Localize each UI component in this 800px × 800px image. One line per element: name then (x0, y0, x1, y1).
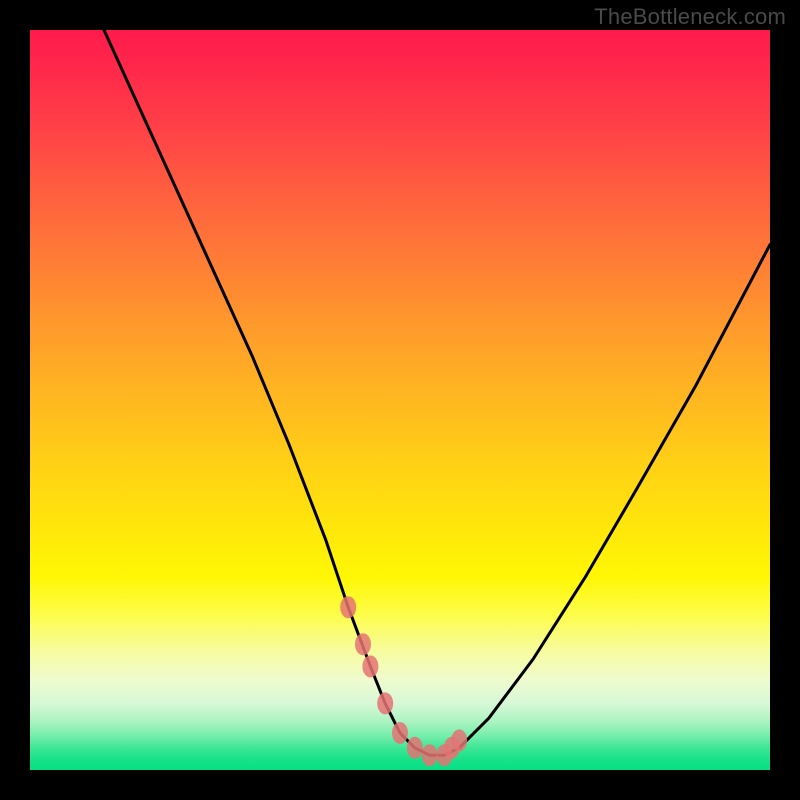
watermark-label: TheBottleneck.com (594, 4, 786, 30)
chart-frame: TheBottleneck.com (0, 0, 800, 800)
curve-marker (407, 737, 423, 759)
bottleneck-curve (104, 30, 770, 755)
curve-marker (392, 722, 408, 744)
curve-marker (451, 729, 467, 751)
curve-marker (422, 744, 438, 766)
curve-marker (362, 655, 378, 677)
plot-area (30, 30, 770, 770)
curve-marker (355, 633, 371, 655)
curve-layer (30, 30, 770, 770)
curve-marker (340, 596, 356, 618)
curve-marker (377, 692, 393, 714)
